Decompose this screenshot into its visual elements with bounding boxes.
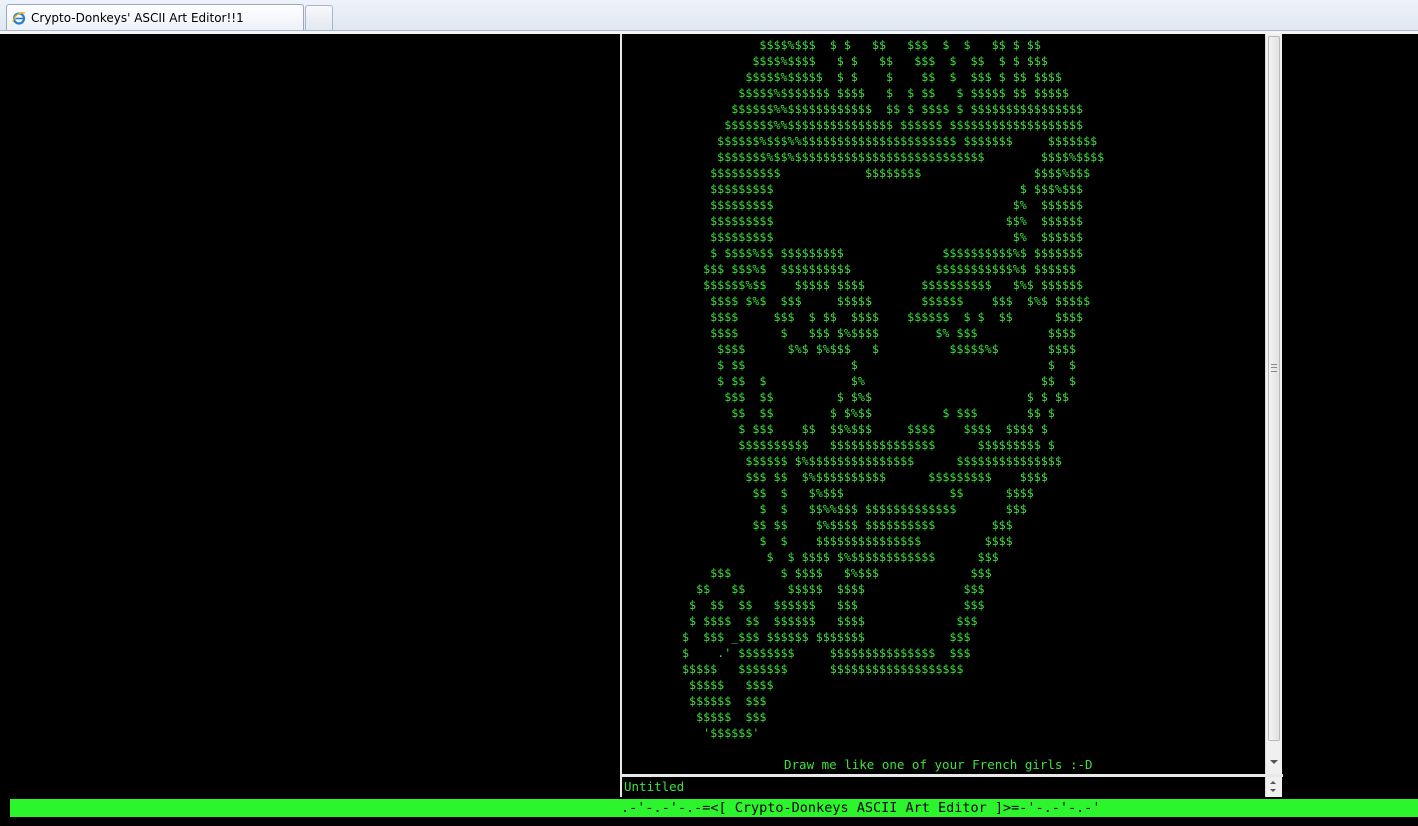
scroll-down-arrow-icon[interactable] (1270, 760, 1278, 764)
filename-field[interactable]: Untitled (620, 777, 1266, 797)
scrollbar-grip-icon (1271, 364, 1277, 372)
browser-tab-bar: Crypto-Donkeys' ASCII Art Editor!!1 (0, 0, 1418, 31)
new-tab-button[interactable] (305, 5, 333, 30)
tab-title: Crypto-Donkeys' ASCII Art Editor!!1 (31, 10, 244, 25)
filename-scrollbar[interactable] (1265, 777, 1282, 797)
browser-tab-active[interactable]: Crypto-Donkeys' ASCII Art Editor!!1 (6, 4, 304, 30)
ascii-art-canvas[interactable]: $$$$%$$$ $ $ $$ $$$ $ $ $$ $ $$ $$$$%$$$… (620, 34, 1283, 776)
scroll-down-arrow-icon[interactable] (1270, 789, 1276, 792)
status-bar: .-'-.-'-.-=<[ Crypto-Donkeys ASCII Art E… (10, 799, 1418, 817)
internet-explorer-icon (12, 11, 26, 25)
filename-text: Untitled (624, 779, 685, 794)
scroll-up-arrow-icon[interactable] (1270, 781, 1276, 784)
editor-vertical-scrollbar[interactable] (1265, 34, 1282, 776)
ascii-art-text[interactable]: $$$$%$$$ $ $ $$ $$$ $ $ $$ $ $$ $$$$%$$$… (682, 37, 1104, 741)
art-caption: Draw me like one of your French girls :-… (784, 757, 1093, 772)
status-banner: .-'-.-'-.-=<[ Crypto-Donkeys ASCII Art E… (621, 800, 1101, 816)
scrollbar-thumb[interactable] (1268, 36, 1280, 741)
